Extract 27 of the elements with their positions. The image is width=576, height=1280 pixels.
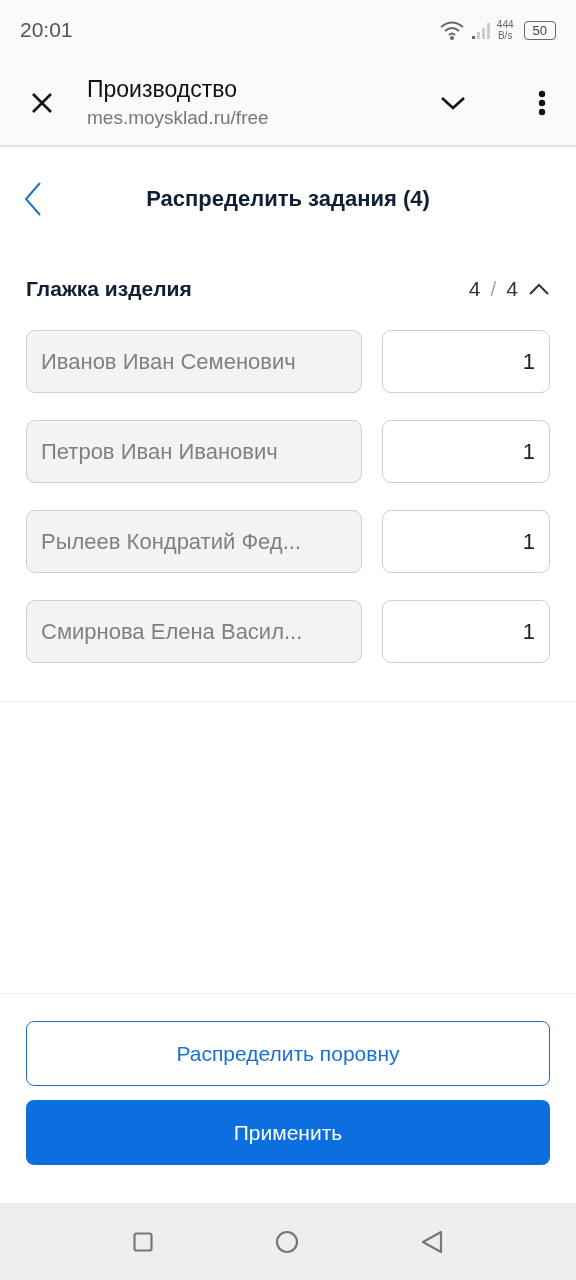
page-url: mes.moysklad.ru/free — [87, 107, 270, 129]
apply-button[interactable]: Применить — [26, 1100, 550, 1165]
close-icon[interactable] — [30, 90, 54, 115]
page-title: Производство — [87, 76, 238, 103]
employee-field: Иванов Иван Семенович — [26, 330, 362, 393]
back-icon[interactable] — [24, 181, 42, 216]
chevron-down-icon[interactable] — [440, 94, 466, 111]
more-icon[interactable] — [538, 89, 546, 116]
employee-field: Петров Иван Иванович — [26, 420, 362, 483]
status-time: 20:01 — [20, 18, 73, 42]
section-title: Глажка изделия — [26, 277, 192, 301]
recent-apps-icon[interactable] — [133, 1231, 153, 1252]
assigned-count: 4 — [468, 277, 481, 301]
battery-indicator: 50 — [523, 20, 556, 40]
home-icon[interactable] — [275, 1229, 299, 1254]
count-separator: / — [490, 277, 497, 301]
speed-unit: B/s — [497, 30, 513, 41]
signal-icon — [470, 20, 491, 40]
employee-field: Смирнова Елена Васил... — [26, 600, 362, 663]
back-nav-icon[interactable] — [421, 1229, 443, 1254]
employee-field: Рылеев Кондратий Фед... — [26, 510, 362, 573]
distribute-button[interactable]: Распределить поровну — [26, 1021, 550, 1086]
chevron-up-icon[interactable] — [528, 282, 550, 296]
network-speed: 444 — [496, 19, 514, 30]
screen-title: Распределить задания (4) — [145, 185, 431, 212]
total-count: 4 — [506, 277, 518, 301]
wifi-icon — [438, 20, 465, 40]
